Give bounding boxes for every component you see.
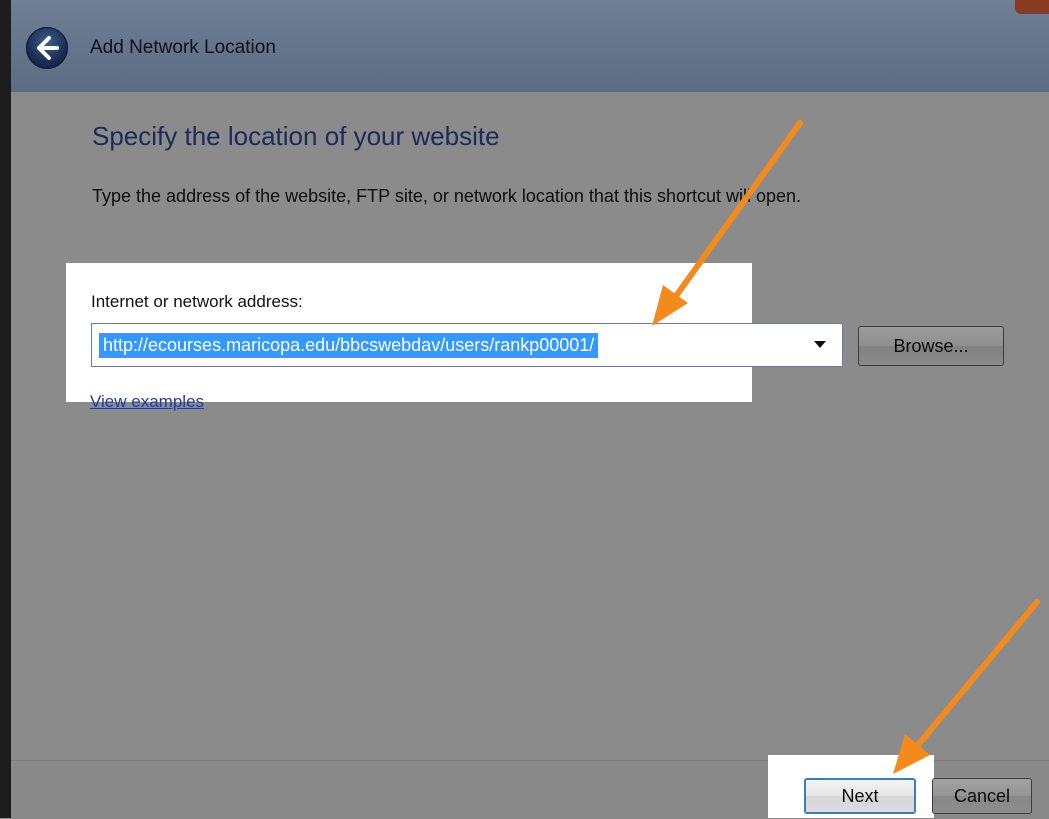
back-arrow-icon	[37, 36, 59, 60]
address-input-value[interactable]: http://ecourses.maricopa.edu/bbcswebdav/…	[99, 333, 599, 358]
window-title: Add Network Location	[90, 37, 276, 58]
page-title: Specify the location of your website	[92, 121, 500, 151]
back-button[interactable]	[26, 27, 68, 69]
address-label: Internet or network address:	[91, 292, 303, 311]
next-button[interactable]: Next	[804, 778, 916, 814]
page-description: Type the address of the website, FTP sit…	[92, 186, 802, 206]
dropdown-button[interactable]	[798, 324, 842, 366]
window-left-border	[0, 0, 11, 818]
view-examples-link[interactable]: View examples	[90, 392, 204, 412]
close-button-edge[interactable]	[1015, 0, 1049, 14]
cancel-button[interactable]: Cancel	[932, 778, 1032, 814]
address-combobox[interactable]: http://ecourses.maricopa.edu/bbcswebdav/…	[91, 323, 843, 367]
chevron-down-icon	[814, 341, 826, 348]
browse-button[interactable]: Browse...	[858, 326, 1004, 366]
